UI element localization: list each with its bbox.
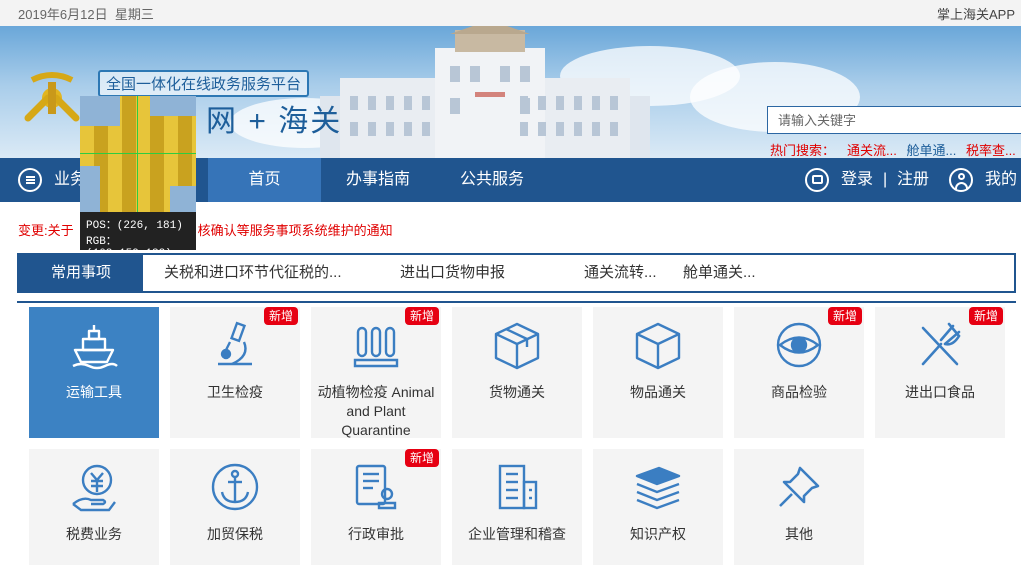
cursor-position: POS：(226, 181): [86, 220, 183, 232]
service-label: 物品通关: [630, 384, 686, 400]
nav-guide[interactable]: 办事指南: [346, 158, 410, 202]
color-picker-magnifier: POS：(226, 181) RGB：(108,159,183): [80, 96, 196, 260]
service-label: 企业管理和稽查: [468, 526, 566, 542]
package-icon: [494, 322, 540, 370]
service-import-export-food[interactable]: 新增 进出口食品: [875, 307, 1005, 438]
new-badge: 新增: [405, 449, 439, 467]
service-commodity-inspection[interactable]: 新增 商品检验: [734, 307, 864, 438]
service-transport[interactable]: 运输工具: [29, 307, 159, 438]
top-bar: 2019年6月12日 星期三 掌上海关APP: [0, 0, 1021, 26]
service-label: 卫生检疫: [207, 384, 263, 400]
hot-search-link[interactable]: 税率查...: [966, 143, 1016, 158]
new-badge: 新增: [264, 307, 298, 325]
login-label: 登录: [841, 171, 874, 188]
service-intellectual-property[interactable]: 知识产权: [593, 449, 723, 565]
site-brand-title: 网 + 海关: [206, 105, 343, 138]
service-label: 知识产权: [630, 526, 686, 542]
customs-emblem-icon: [24, 72, 80, 122]
tab-divider: [17, 301, 1016, 303]
service-label: 行政审批: [348, 526, 404, 542]
mobile-app-link[interactable]: 掌上海关APP: [937, 4, 1015, 23]
service-health-quarantine[interactable]: 新增 卫生检疫: [170, 307, 300, 438]
service-label: 运输工具: [66, 384, 122, 400]
test-tubes-icon: [353, 326, 399, 368]
eye-icon: [776, 322, 822, 368]
menu-icon: [18, 168, 42, 192]
service-tabs: 常用事项 关税和进口环节代征税的... 进出口货物申报 通关流转... 舱单通关…: [17, 253, 1016, 293]
hot-search-label: 热门搜索：: [770, 143, 836, 158]
search-input[interactable]: [768, 107, 1021, 133]
document-stamp-icon: [355, 464, 397, 510]
register-link[interactable]: 注册: [897, 158, 929, 202]
fork-knife-icon: [921, 322, 961, 366]
service-label: 商品检验: [771, 384, 827, 400]
tab-declaration[interactable]: 进出口货物申报: [400, 255, 505, 291]
new-badge: 新增: [828, 307, 862, 325]
platform-slogan: 全国一体化在线政务服务平台: [98, 70, 310, 97]
cube-icon: [635, 322, 681, 370]
service-bonded-processing[interactable]: 加贸保税: [170, 449, 300, 565]
search-box: [767, 106, 1021, 134]
nav-separator: |: [883, 171, 888, 188]
ship-icon: [72, 325, 118, 370]
chat-icon: [805, 168, 829, 192]
hot-search-link[interactable]: 通关流...: [847, 143, 897, 158]
anchor-icon: [211, 463, 259, 511]
nav-home[interactable]: 首页: [208, 158, 321, 202]
yuan-hand-icon: [72, 464, 116, 512]
service-administrative-approval[interactable]: 新增 行政审批: [311, 449, 441, 565]
service-label: 其他: [785, 526, 813, 542]
service-label: 税费业务: [66, 526, 122, 542]
magnified-preview: [80, 96, 196, 212]
my-account-button[interactable]: 我的: [949, 158, 1021, 202]
new-badge: 新增: [405, 307, 439, 325]
service-goods-clearance[interactable]: 货物通关: [452, 307, 582, 438]
system-notice[interactable]: 变更:关于 核确认等服务事项系统维护的通知: [18, 220, 393, 239]
tab-tariff[interactable]: 关税和进口环节代征税的...: [164, 255, 342, 291]
service-articles-clearance[interactable]: 物品通关: [593, 307, 723, 438]
books-icon: [635, 466, 681, 510]
current-date: 2019年6月12日 星期三: [18, 7, 154, 22]
tab-clearance[interactable]: 通关流转...: [584, 255, 657, 291]
service-label: 货物通关: [489, 384, 545, 400]
customs-building-image: [320, 26, 650, 158]
new-badge: 新增: [969, 307, 1003, 325]
microscope-icon: [218, 321, 252, 366]
pin-icon: [779, 466, 820, 507]
hot-searches: 热门搜索： 通关流... 舱单通... 税率查...: [770, 140, 1021, 158]
hot-search-link[interactable]: 舱单通...: [906, 143, 956, 158]
tab-common[interactable]: 常用事项: [19, 255, 143, 291]
service-other[interactable]: 其他: [734, 449, 864, 565]
service-enterprise-audit[interactable]: 企业管理和稽查: [452, 449, 582, 565]
service-animal-plant-quarantine[interactable]: 新增 动植物检疫 Animal and Plant Quarantine: [311, 307, 441, 438]
service-label: 加贸保税: [207, 526, 263, 542]
nav-public-service[interactable]: 公共服务: [460, 158, 524, 202]
my-account-label: 我的: [985, 171, 1018, 188]
service-tax-fees[interactable]: 税费业务: [29, 449, 159, 565]
tab-manifest[interactable]: 舱单通关...: [683, 255, 756, 291]
login-button[interactable]: 登录: [805, 158, 875, 202]
user-icon: [949, 168, 973, 192]
building-icon: [498, 464, 538, 510]
service-label: 动植物检疫 Animal and Plant Quarantine: [317, 384, 435, 438]
service-label: 进出口食品: [905, 384, 975, 400]
